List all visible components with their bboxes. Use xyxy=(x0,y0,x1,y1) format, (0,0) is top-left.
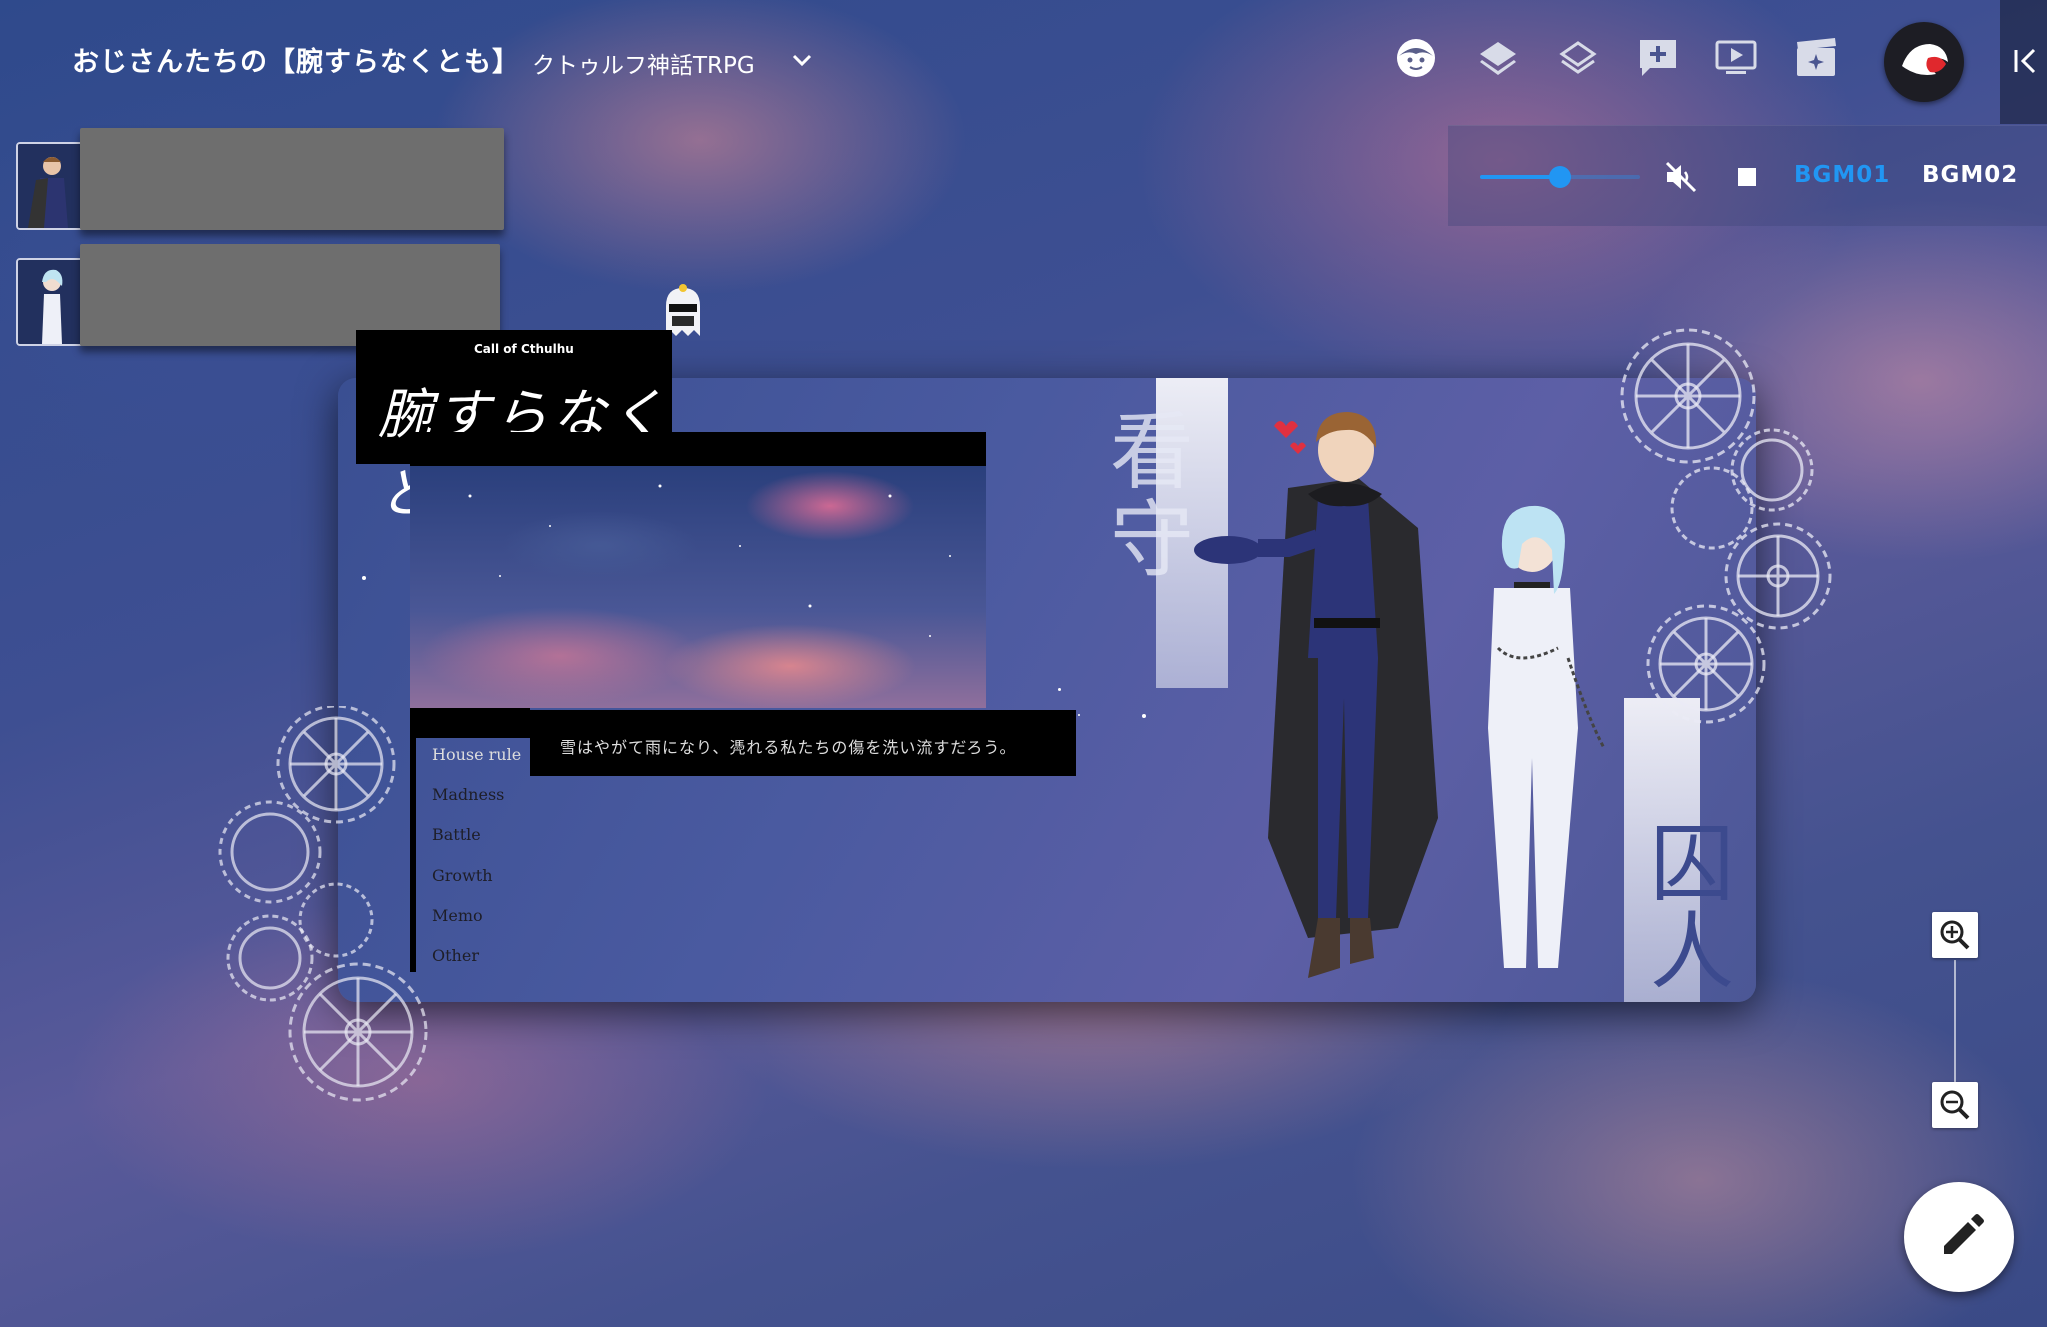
avatar-logo-icon xyxy=(1902,44,1948,75)
top-bar: おじさんたちの【腕すらなくとも】 クトゥルフ神話TRPG xyxy=(0,0,2047,124)
layers-filled-icon[interactable] xyxy=(1476,36,1520,80)
character-portrait[interactable] xyxy=(16,142,84,230)
prisoner-character-icon xyxy=(1488,505,1606,968)
zoom-out-icon xyxy=(1940,1090,1970,1120)
guard-thumbnail-icon xyxy=(18,144,82,228)
banner-bar xyxy=(410,432,986,466)
menu-item-growth[interactable]: Growth xyxy=(432,866,493,885)
collapse-left-icon xyxy=(2014,48,2036,74)
chevron-down-icon[interactable] xyxy=(790,48,814,72)
menu-item-house-rule[interactable]: House rule xyxy=(432,745,521,764)
menu-header-bar xyxy=(410,708,530,738)
sparkle xyxy=(1142,714,1146,718)
menu-item-other[interactable]: Other xyxy=(432,946,479,965)
sparkle xyxy=(1058,688,1061,691)
prisoner-thumbnail-icon xyxy=(18,260,82,344)
sparkle xyxy=(1078,714,1080,716)
menu-divider xyxy=(410,736,416,972)
collapse-panel-button[interactable] xyxy=(2000,0,2047,124)
guard-label: 看守 xyxy=(1110,403,1195,589)
quote-text: 雪はやがて雨になり、凴れる私たちの傷を洗い流すだろう。 xyxy=(560,738,1017,757)
user-avatar[interactable] xyxy=(1884,22,1964,102)
scene-effects-icon[interactable] xyxy=(1794,36,1838,80)
zoom-out-button[interactable] xyxy=(1932,1082,1978,1128)
quote-banner: 雪はやがて雨になり、凴れる私たちの傷を洗い流すだろう。 xyxy=(530,710,1076,776)
volume-slider-fill xyxy=(1480,175,1560,179)
bgm-panel: BGM01 BGM02 xyxy=(1448,125,2047,226)
edit-fab-button[interactable] xyxy=(1904,1182,2014,1292)
zoom-in-icon xyxy=(1940,920,1970,950)
screen-play-icon[interactable] xyxy=(1714,36,1758,80)
sky-image xyxy=(410,466,986,708)
menu-item-memo[interactable]: Memo xyxy=(432,906,483,925)
sky-stars-icon xyxy=(468,484,951,637)
sparkle xyxy=(362,576,366,580)
stop-icon[interactable] xyxy=(1738,168,1756,186)
chat-bubble xyxy=(80,128,504,230)
tab-bgm01[interactable]: BGM01 xyxy=(1794,162,1890,188)
pencil-icon xyxy=(1944,1214,1984,1254)
tab-bgm02[interactable]: BGM02 xyxy=(1922,162,2018,188)
zoom-track xyxy=(1954,960,1956,1082)
prisoner-label: 囚人 xyxy=(1650,815,1735,1001)
volume-off-icon[interactable] xyxy=(1664,160,1698,194)
gears-left-icon xyxy=(218,706,428,1102)
room-title[interactable]: おじさんたちの【腕すらなくとも】 xyxy=(72,40,520,79)
character-portrait[interactable] xyxy=(16,258,84,346)
volume-slider-thumb[interactable] xyxy=(1549,166,1571,188)
menu-item-madness[interactable]: Madness xyxy=(432,785,504,804)
add-chat-icon[interactable] xyxy=(1636,36,1680,80)
character-icon[interactable] xyxy=(1394,36,1438,80)
logo-subtitle: Call of Cthulhu xyxy=(474,342,574,356)
menu-item-battle[interactable]: Battle xyxy=(432,825,481,844)
volume-slider[interactable] xyxy=(1480,166,1640,188)
game-system-label[interactable]: クトゥルフ神話TRPG xyxy=(532,46,755,80)
gears-right-icon xyxy=(1620,328,1832,724)
zoom-in-button[interactable] xyxy=(1932,912,1978,958)
layers-outline-icon[interactable] xyxy=(1556,36,1600,80)
guard-character-icon xyxy=(1194,412,1438,978)
